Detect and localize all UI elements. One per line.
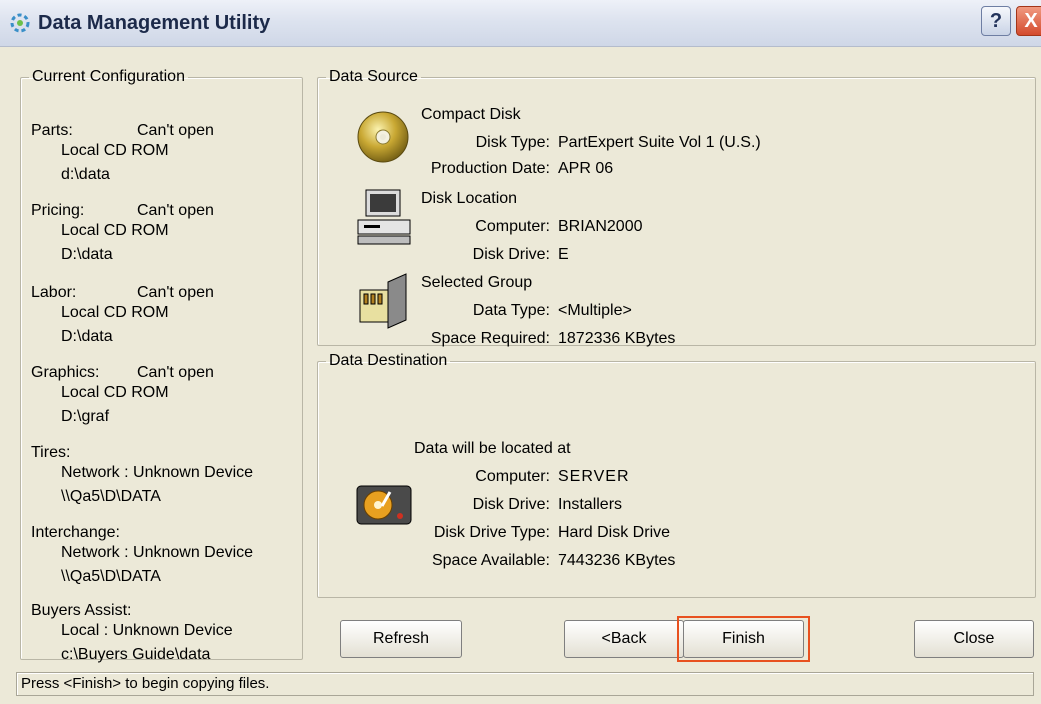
- config-item-path: D:\data: [61, 246, 113, 263]
- config-item: Parts: Can't open Local CD ROM d:\data: [31, 120, 296, 192]
- config-item-path: D:\graf: [61, 408, 110, 425]
- config-item-label: Buyers Assist:: [31, 602, 132, 619]
- current-configuration-group: Current Configuration Parts: Can't open Lo…: [20, 68, 303, 663]
- back-button[interactable]: <Back: [564, 620, 684, 658]
- config-item-label: Labor:: [31, 284, 77, 301]
- dest-disk-drive-label: Disk Drive:: [472, 496, 550, 513]
- dest-computer-value: SERVER: [558, 468, 630, 485]
- config-item-status: Can't open: [137, 122, 214, 139]
- config-item-path: c:\Buyers Guide\data: [61, 646, 211, 663]
- config-item-location: Local CD ROM: [61, 222, 169, 239]
- config-item-path: \\Qa5\D\DATA: [61, 488, 161, 505]
- dest-disk-drive-value: Installers: [558, 496, 623, 513]
- disk-drive-label: Disk Drive:: [472, 246, 550, 263]
- computer-value: BRIAN2000: [558, 218, 643, 235]
- config-item: Labor: Can't open Local CD ROM D:\data: [31, 282, 296, 354]
- data-type-value: <Multiple>: [558, 302, 632, 319]
- config-item-location: Local CD ROM: [61, 384, 169, 401]
- group-legend: Current Configuration: [32, 68, 185, 85]
- selected-group-header: Selected Group: [421, 274, 533, 291]
- config-item-location: Local : Unknown Device: [61, 622, 233, 639]
- data-source-group: Data Source Compact Disk Disk Type: Part…: [317, 68, 1036, 347]
- config-item-label: Pricing:: [31, 202, 85, 219]
- config-item-location: Local CD ROM: [61, 304, 169, 321]
- disk-type-label: Disk Type:: [475, 134, 550, 151]
- config-item-location: Network : Unknown Device: [61, 464, 254, 481]
- disk-location-header: Disk Location: [421, 190, 518, 207]
- window-title: Data Management Utility: [38, 12, 271, 34]
- title-bar: Data Management Utility ? X: [0, 0, 1041, 47]
- config-item-location: Local CD ROM: [61, 142, 169, 159]
- finish-highlight: Finish: [677, 616, 810, 662]
- computer-label: Computer:: [475, 218, 550, 235]
- config-item-label: Interchange:: [31, 524, 120, 541]
- refresh-button[interactable]: Refresh: [340, 620, 462, 658]
- space-required-label: Space Required:: [430, 330, 550, 347]
- dest-disk-drive-type-value: Hard Disk Drive: [558, 524, 671, 541]
- config-item-label: Parts:: [31, 122, 73, 139]
- config-item: Graphics: Can't open Local CD ROM D:\graf: [31, 362, 296, 434]
- data-destination-group: Data Destination Data will be located at…: [317, 352, 1036, 598]
- config-item-location: Network : Unknown Device: [61, 544, 254, 561]
- production-date-value: APR 06: [558, 160, 614, 177]
- config-item-label: Graphics:: [31, 364, 100, 381]
- destination-intro: Data will be located at: [414, 440, 571, 457]
- app-icon: [10, 13, 30, 33]
- dest-space-available-label: Space Available:: [431, 552, 550, 569]
- config-item-status: Can't open: [137, 364, 214, 381]
- dest-space-available-value: 7443236 KBytes: [558, 552, 676, 569]
- hard-disk-icon: [356, 485, 412, 525]
- help-button[interactable]: ?: [981, 6, 1011, 36]
- disk-type-value: PartExpert Suite Vol 1 (U.S.): [558, 134, 761, 151]
- space-required-value: 1872336 KBytes: [558, 330, 676, 347]
- close-window-button[interactable]: X: [1016, 6, 1041, 36]
- status-bar: Press <Finish> to begin copying files.: [16, 672, 1034, 696]
- config-item: Buyers Assist: Local : Unknown Device c:\B…: [31, 600, 296, 672]
- group-legend: Data Source: [329, 68, 418, 85]
- group-legend: Data Destination: [329, 352, 448, 369]
- config-item-status: Can't open: [137, 202, 214, 219]
- config-item-path: \\Qa5\D\DATA: [61, 568, 161, 585]
- dest-computer-label: Computer:: [475, 468, 550, 485]
- data-type-label: Data Type:: [472, 302, 550, 319]
- config-item-path: D:\data: [61, 328, 113, 345]
- config-item-path: d:\data: [61, 166, 110, 183]
- config-item-label: Tires:: [31, 444, 71, 461]
- dialog-window: Data Management Utility ? X Current Conf…: [0, 0, 1041, 704]
- production-date-label: Production Date:: [430, 160, 550, 177]
- config-item-status: Can't open: [137, 284, 214, 301]
- close-button[interactable]: Close: [914, 620, 1034, 658]
- dest-disk-drive-type-label: Disk Drive Type:: [433, 524, 550, 541]
- config-item: Interchange: Network : Unknown Device \\Qa…: [31, 522, 296, 594]
- compact-disk-header: Compact Disk: [421, 106, 521, 123]
- config-item: Pricing: Can't open Local CD ROM D:\data: [31, 200, 296, 272]
- config-item: Tires: Network : Unknown Device \\Qa5\D\DA…: [31, 442, 296, 514]
- disk-drive-value: E: [558, 246, 569, 263]
- finish-button[interactable]: Finish: [683, 620, 804, 658]
